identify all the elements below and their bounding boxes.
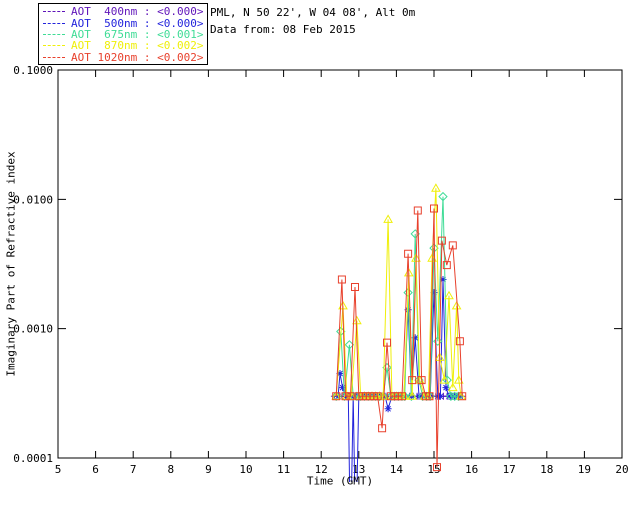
x-tick-label: 17 [503, 463, 516, 476]
y-axis-title: Imaginary Part of Refractive index [4, 151, 18, 377]
legend-line-sample-icon [43, 22, 65, 24]
x-tick-label: 11 [277, 463, 290, 476]
plot-svg: 5 6 7 8 9 10 11 12 13 14 15 16 17 18 19 200.10000.01000… [13, 64, 629, 482]
site-header: PML, N 50 22', W 04 08', Alt 0m [210, 6, 416, 19]
aeronet-refractive-index-chart: 5 6 7 8 9 10 11 12 13 14 15 16 17 18 19 20 0.1000 0.0100 0… [0, 0, 640, 512]
x-axis-title: Time (GMT) [306, 474, 374, 488]
x-tick-label: 14 [390, 463, 404, 476]
y-tick-label: 0.1000 [13, 64, 53, 77]
legend-line-sample-icon [43, 33, 65, 35]
legend-item: AOT 1020nm : <0.002> [43, 50, 207, 64]
asterisk-marker-icon [436, 392, 444, 400]
legend-box: AOT 400nm : <0.000> AOT 500nm : <0.000> … [38, 3, 208, 65]
legend-item-label: AOT 1020nm : <0.002> [71, 50, 204, 64]
legend-line-sample-icon [43, 45, 65, 47]
x-tick-label: 8 [167, 463, 174, 476]
y-tick-label: 0.0010 [13, 323, 53, 336]
x-tick-label: 6 [92, 463, 99, 476]
x-ticks: 5 6 7 8 9 10 11 12 13 14 15 16 17 18 19 20 [55, 70, 629, 476]
date-header: Data from: 08 Feb 2015 [210, 23, 356, 36]
x-tick-label: 9 [205, 463, 212, 476]
legend-line-sample-icon [43, 11, 65, 13]
x-tick-label: 10 [239, 463, 252, 476]
x-tick-label: 16 [465, 463, 478, 476]
x-tick-label: 7 [130, 463, 137, 476]
asterisk-marker-icon [384, 405, 392, 413]
legend-line-sample-icon [43, 56, 65, 58]
y-tick-label: 0.0100 [13, 193, 53, 206]
series-line [335, 208, 463, 468]
x-tick-label: 20 [615, 463, 628, 476]
y-ticks: 0.1000 0.0100 0.0010 0.0001 [13, 64, 622, 465]
x-tick-label: 19 [578, 463, 591, 476]
y-tick-label: 0.0001 [13, 452, 53, 465]
x-tick-label: 18 [540, 463, 553, 476]
x-tick-label: 5 [55, 463, 62, 476]
